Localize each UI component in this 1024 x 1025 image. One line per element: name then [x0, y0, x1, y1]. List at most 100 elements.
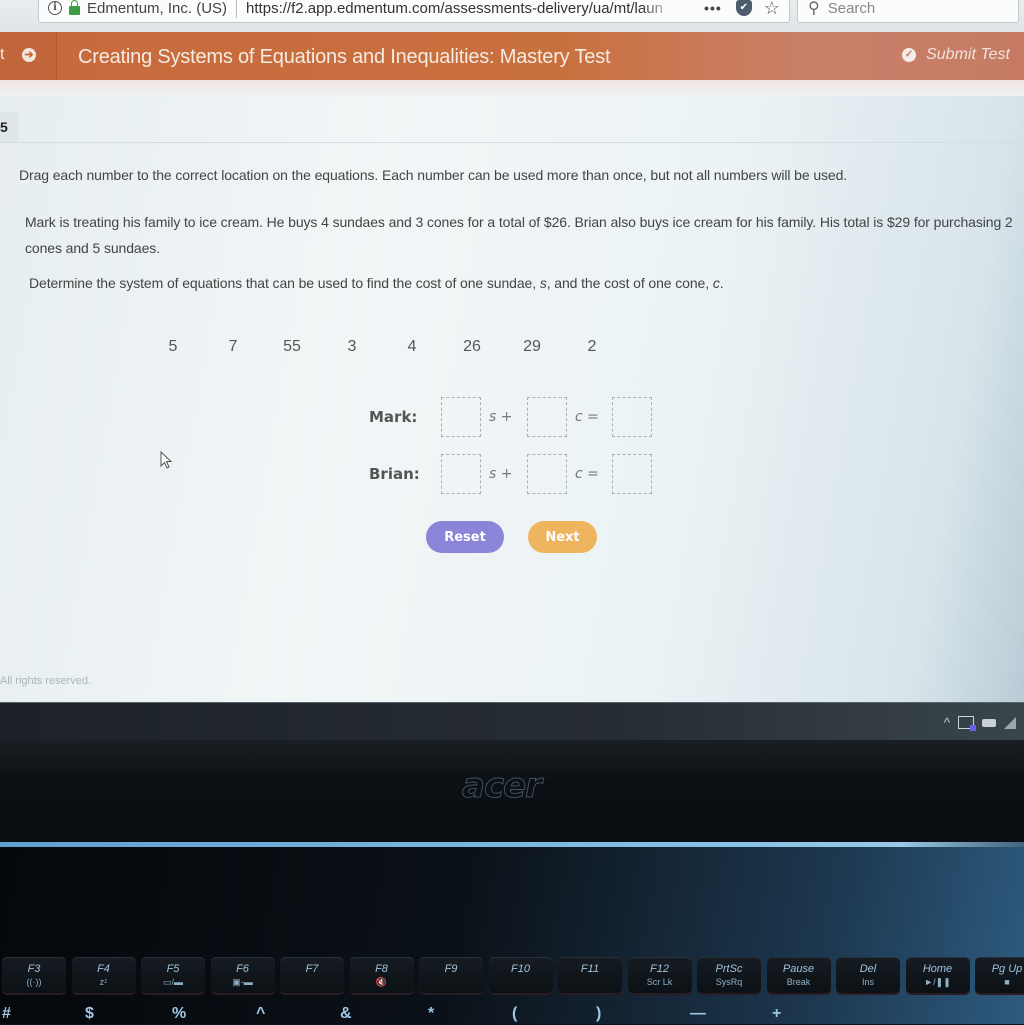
var-c: c	[712, 275, 720, 291]
plus-sign: +	[500, 409, 513, 425]
key-f10[interactable]: F10	[488, 957, 553, 993]
site-identity[interactable]: Edmentum, Inc. (US)	[87, 0, 227, 17]
drop-zone-brian-total[interactable]	[612, 454, 652, 494]
key-prtsc[interactable]: PrtSc SysRq	[697, 957, 761, 993]
function-key-row: F3 ((·)) F4 zᶻ F5 ▭/▬ F6 ▣-▬ F7 F8 🔇 F9 F10 F11 F12 Scr…	[0, 957, 1024, 993]
address-bar[interactable]: i Edmentum, Inc. (US) https://f2.app.edm…	[38, 0, 790, 23]
number-tile-bank: 5 7 55 3 4 26 29 2	[0, 335, 1024, 365]
laptop-bezel: acer	[0, 740, 1024, 845]
browser-search-box[interactable]: ⚲ Search	[797, 0, 1019, 23]
back-nav[interactable]: t ➔	[0, 32, 57, 80]
equals-sign: =	[587, 409, 599, 425]
footer-copyright: All rights reserved.	[0, 675, 92, 687]
key-label: F4	[97, 963, 110, 975]
key-symbol[interactable]: $	[85, 1005, 94, 1023]
number-tile[interactable]: 26	[452, 335, 492, 359]
mouse-cursor-icon	[160, 451, 173, 469]
key-pause[interactable]: Pause Break	[766, 957, 831, 993]
key-symbol[interactable]: ^	[256, 1005, 265, 1023]
number-tile[interactable]: 7	[213, 335, 253, 359]
header-shadow	[0, 80, 1024, 96]
key-del[interactable]: Del Ins	[836, 957, 900, 993]
equals-sign: =	[587, 466, 599, 482]
url-text[interactable]: https://f2.app.edmentum.com/assessments-…	[246, 0, 676, 17]
display-icon[interactable]	[958, 716, 976, 731]
key-f6[interactable]: F6 ▣-▬	[210, 957, 275, 993]
battery-icon[interactable]	[982, 718, 996, 727]
var-s: s	[489, 466, 497, 482]
key-symbol[interactable]: %	[172, 1005, 186, 1023]
key-sublabel: ▣-▬	[232, 977, 253, 987]
assessment-header: t ➔ Creating Systems of Equations and In…	[0, 32, 1024, 80]
key-pg-up[interactable]: Pg Up ■	[975, 957, 1024, 993]
key-label: Pg Up	[991, 963, 1023, 975]
key-symbol[interactable]: #	[2, 1005, 11, 1023]
drop-zone-mark-c-coefficient[interactable]	[527, 397, 567, 437]
key-label: F12	[650, 963, 669, 975]
drop-zone-mark-total[interactable]	[612, 397, 652, 437]
key-f4[interactable]: F4 zᶻ	[71, 957, 136, 993]
problem-text: Mark is treating his family to ice cream…	[25, 214, 1013, 256]
number-tile[interactable]: 2	[572, 335, 612, 359]
key-symbol[interactable]: )	[596, 1005, 601, 1023]
drop-zone-brian-s-coefficient[interactable]	[441, 454, 481, 494]
lock-icon	[69, 0, 80, 15]
key-label: Pause	[782, 963, 815, 975]
var-c: c	[575, 466, 583, 482]
number-tile[interactable]: 4	[392, 335, 432, 359]
system-tray: ^	[944, 715, 1016, 731]
arrow-right-circle-icon[interactable]: ➔	[22, 48, 36, 62]
number-tile[interactable]: 3	[332, 335, 372, 359]
submit-test-label: Submit Test	[926, 46, 1010, 63]
equation-term: s +	[489, 466, 512, 482]
var-s: s	[489, 409, 497, 425]
key-symbol[interactable]: —	[690, 1005, 706, 1023]
key-sublabel: Ins	[861, 977, 874, 987]
key-label: F11	[580, 963, 600, 975]
wifi-icon[interactable]	[1004, 716, 1016, 729]
key-symbol[interactable]: *	[428, 1005, 434, 1023]
brand-logo: acer	[462, 766, 543, 807]
key-f3[interactable]: F3 ((·))	[2, 957, 66, 993]
key-f5[interactable]: F5 ▭/▬	[141, 957, 205, 993]
key-f11[interactable]: F11	[558, 957, 622, 993]
key-symbol[interactable]: +	[772, 1005, 781, 1023]
key-label: F10	[511, 963, 530, 975]
page-actions-icon[interactable]: •••	[704, 0, 722, 16]
bookmark-star-icon[interactable]: ☆	[764, 0, 780, 19]
reset-button[interactable]: Reset	[426, 521, 504, 553]
key-sublabel: ■	[1004, 977, 1010, 987]
question-content: 5 Drag each number to the correct locati…	[0, 80, 1024, 702]
task-prefix: Determine the system of equations that c…	[29, 275, 540, 291]
drop-zone-mark-s-coefficient[interactable]	[441, 397, 481, 437]
key-label: F9	[444, 963, 458, 975]
key-f8[interactable]: F8 🔇	[349, 957, 414, 993]
key-symbol[interactable]: &	[340, 1005, 352, 1023]
key-home[interactable]: Home ►/❚❚	[905, 957, 970, 993]
equation-brian: Brian: s + c =	[0, 454, 1024, 498]
check-circle-icon: ✓	[902, 48, 917, 62]
equation-label: Mark:	[369, 408, 418, 426]
browser-toolbar: i Edmentum, Inc. (US) https://f2.app.edm…	[0, 0, 1024, 32]
key-f9[interactable]: F9	[419, 957, 483, 993]
number-tile[interactable]: 29	[512, 335, 552, 359]
number-tile[interactable]: 5	[153, 335, 193, 359]
info-icon[interactable]: i	[48, 1, 62, 15]
task-middle: , and the cost of one cone,	[546, 275, 713, 291]
drop-zone-brian-c-coefficient[interactable]	[527, 454, 567, 494]
key-sublabel: 🔇	[375, 977, 388, 987]
next-button[interactable]: Next	[528, 521, 597, 553]
key-label: F6	[236, 963, 249, 975]
key-f7[interactable]: F7	[280, 957, 344, 993]
key-label: F3	[27, 963, 41, 975]
key-label: F8	[375, 963, 388, 975]
pocket-icon[interactable]: ✔	[735, 0, 752, 16]
key-label: F5	[166, 963, 180, 975]
key-sublabel: zᶻ	[99, 977, 108, 987]
submit-test-button[interactable]: ✓ Submit Test	[902, 46, 1010, 64]
tray-chevron-icon[interactable]: ^	[944, 715, 950, 730]
number-tile[interactable]: 55	[272, 335, 312, 359]
key-f12[interactable]: F12 Scr Lk	[627, 957, 692, 993]
task-text: Determine the system of equations that c…	[29, 275, 724, 291]
key-symbol[interactable]: (	[512, 1005, 517, 1023]
